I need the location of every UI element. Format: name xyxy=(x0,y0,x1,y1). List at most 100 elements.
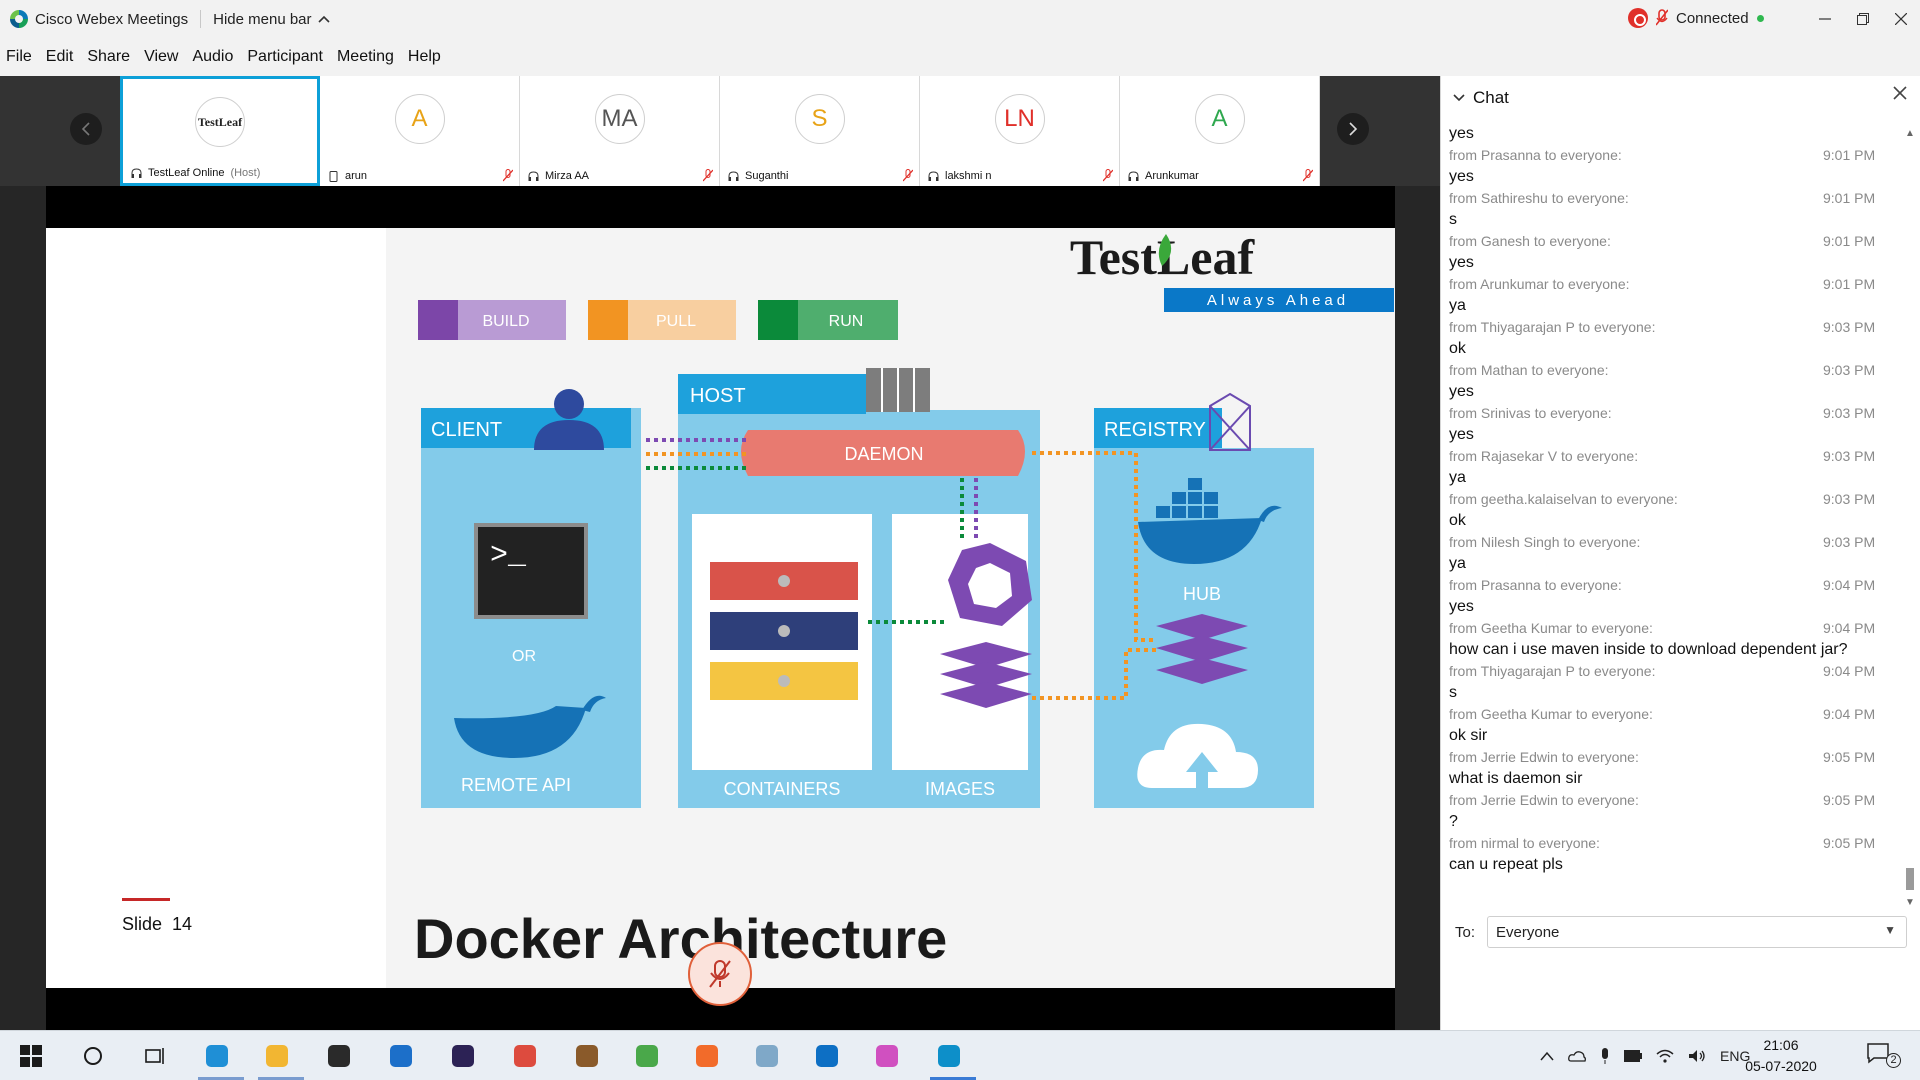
testleaf-logo: TestLeaf Always Ahead xyxy=(1070,229,1394,312)
chat-message-meta: from Mathan to everyone: 9:03 PM xyxy=(1449,359,1899,382)
host-tag: (Host) xyxy=(230,167,261,179)
scroll-down-icon[interactable]: ▼ xyxy=(1904,897,1916,908)
edge-icon[interactable] xyxy=(202,1041,232,1071)
strip-prev-button[interactable] xyxy=(70,113,102,145)
participant-muted-icon[interactable] xyxy=(1103,169,1113,182)
strip-next-button[interactable] xyxy=(1337,113,1369,145)
chat-message-text: ok xyxy=(1449,340,1466,357)
chat-panel: Chat yes from Prasanna to everyone: 9:01 P… xyxy=(1440,76,1920,1030)
chat-message-meta: from Jerrie Edwin to everyone: 9:05 PM xyxy=(1449,789,1899,812)
mic-muted-icon[interactable] xyxy=(1656,9,1668,27)
chrome-icon[interactable] xyxy=(510,1041,540,1071)
app3-icon[interactable] xyxy=(872,1041,902,1071)
daemon-label: DAEMON xyxy=(844,444,923,464)
chat-message-text: ? xyxy=(1449,813,1458,830)
participant-avatar: MA xyxy=(594,94,645,144)
chat-message-text: s xyxy=(1449,684,1457,701)
tray-chevron-up-icon[interactable] xyxy=(1540,1051,1554,1061)
chat-message-meta: from Jerrie Edwin to everyone: 9:05 PM xyxy=(1449,746,1899,769)
close-chat-icon[interactable] xyxy=(1893,86,1907,100)
menu-share[interactable]: Share xyxy=(87,48,130,66)
chat-to-label: To: xyxy=(1455,923,1476,941)
postman-icon[interactable] xyxy=(692,1041,722,1071)
participant-tile[interactable]: LN lakshmi n xyxy=(920,76,1120,186)
chat-message-meta: from Arunkumar to everyone: 9:01 PM xyxy=(1449,273,1899,296)
participant-tile[interactable]: TestLeaf TestLeaf Online (Host) xyxy=(120,76,320,186)
container-gear-icon xyxy=(778,575,790,587)
scroll-thumb[interactable] xyxy=(1906,868,1914,890)
volume-icon[interactable] xyxy=(1688,1049,1706,1063)
collapse-chevron-icon[interactable] xyxy=(1453,94,1465,102)
chat-sender: from Ganesh to everyone: xyxy=(1449,233,1611,249)
menu-participant[interactable]: Participant xyxy=(247,48,323,66)
chat-title: Chat xyxy=(1473,88,1509,107)
participant-tile[interactable]: S Suganthi xyxy=(720,76,920,186)
chat-timestamp: 9:03 PM xyxy=(1823,491,1876,507)
chat-recipient: To: Everyone ▼ xyxy=(1455,916,1908,948)
app-title: Cisco Webex Meetings xyxy=(35,10,189,28)
chat-timestamp: 9:05 PM xyxy=(1823,792,1876,808)
participant-muted-icon[interactable] xyxy=(503,169,513,182)
legend: BUILD PULL RUN xyxy=(418,300,898,340)
notepad-icon[interactable] xyxy=(632,1041,662,1071)
menu-view[interactable]: View xyxy=(144,48,178,66)
chat-message-text: what is daemon sir xyxy=(1449,770,1583,787)
menu-help[interactable]: Help xyxy=(408,48,441,66)
menu-meeting[interactable]: Meeting xyxy=(337,48,394,66)
battery-icon[interactable] xyxy=(1624,1050,1642,1062)
wifi-icon[interactable] xyxy=(1656,1049,1674,1063)
minimize-icon xyxy=(1819,18,1831,20)
microphone-icon[interactable] xyxy=(1600,1048,1610,1064)
participant-tile[interactable]: MA Mirza AA xyxy=(520,76,720,186)
participant-muted-icon[interactable] xyxy=(903,169,913,182)
recipient-select[interactable]: Everyone ▼ xyxy=(1487,916,1908,948)
minimize-button[interactable] xyxy=(1806,0,1844,38)
task-view-icon[interactable] xyxy=(140,1041,170,1071)
close-window-button[interactable] xyxy=(1882,0,1920,38)
title-separator xyxy=(200,10,202,28)
start-icon[interactable] xyxy=(16,1041,46,1071)
mail-icon[interactable] xyxy=(386,1041,416,1071)
chat-sender: from Jerrie Edwin to everyone: xyxy=(1449,792,1639,808)
app-icon[interactable] xyxy=(572,1041,602,1071)
file-explorer-icon[interactable] xyxy=(262,1041,292,1071)
webex-logo-icon xyxy=(10,10,28,28)
hide-menu-bar-button[interactable]: Hide menu bar xyxy=(213,10,330,28)
app2-icon[interactable] xyxy=(752,1041,782,1071)
recording-icon[interactable] xyxy=(1628,8,1648,28)
chat-scrollbar[interactable]: ▲ ▼ xyxy=(1904,128,1916,908)
menu-audio[interactable]: Audio xyxy=(192,48,233,66)
legend-pull-label: PULL xyxy=(656,313,696,330)
chat-sender: from Thiyagarajan P to everyone: xyxy=(1449,319,1656,335)
hide-menu-bar-label: Hide menu bar xyxy=(213,10,312,28)
participant-name-row: Mirza AA xyxy=(528,170,714,182)
onedrive-icon[interactable] xyxy=(1568,1050,1586,1062)
action-center-button[interactable]: 2 xyxy=(1866,1041,1902,1071)
chat-message-list[interactable]: yes from Prasanna to everyone: 9:01 PM yes f… xyxy=(1449,124,1899,894)
store-icon[interactable] xyxy=(324,1041,354,1071)
menu-file[interactable]: File xyxy=(6,48,32,66)
participant-tile[interactable]: A Arunkumar xyxy=(1120,76,1320,186)
restore-button[interactable] xyxy=(1844,0,1882,38)
legend-build-label: BUILD xyxy=(482,313,529,330)
participant-name-row: arun xyxy=(328,170,514,182)
clock[interactable]: 21:06 05-07-2020 xyxy=(1736,1035,1826,1077)
docker-architecture-diagram: TestLeaf Always Ahead BUILD PULL RUN xyxy=(414,229,1394,970)
chat-header: Chat xyxy=(1441,76,1920,120)
mute-control-button[interactable] xyxy=(688,942,752,1006)
search-icon[interactable] xyxy=(78,1041,108,1071)
connection-status: Connected xyxy=(1628,8,1764,28)
menu-edit[interactable]: Edit xyxy=(46,48,74,66)
participant-muted-icon[interactable] xyxy=(703,169,713,182)
teamviewer-icon[interactable] xyxy=(812,1041,842,1071)
participant-muted-icon[interactable] xyxy=(1303,169,1313,182)
participant-name: lakshmi n xyxy=(945,170,992,182)
scroll-up-icon[interactable]: ▲ xyxy=(1904,128,1916,139)
participant-tile[interactable]: Aarun xyxy=(320,76,520,186)
chat-sender: from Sathireshu to everyone: xyxy=(1449,190,1629,206)
registry-label: REGISTRY xyxy=(1104,419,1206,441)
webex-icon[interactable] xyxy=(934,1041,964,1071)
eclipse-icon[interactable] xyxy=(448,1041,478,1071)
chevron-down-icon: ▼ xyxy=(1884,923,1897,937)
participant-avatar: A xyxy=(394,94,445,144)
